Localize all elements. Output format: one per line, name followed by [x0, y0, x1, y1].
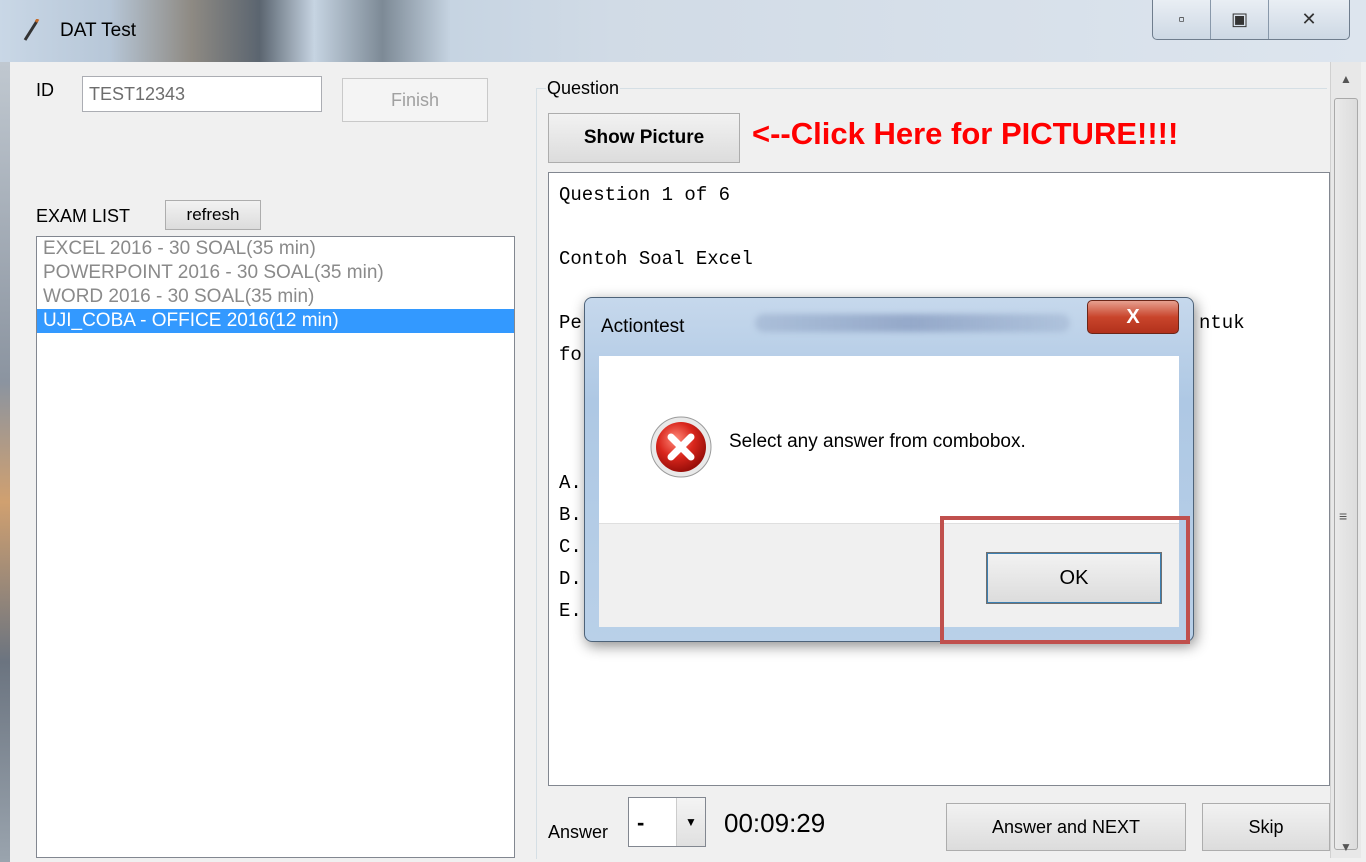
finish-button[interactable]: Finish [342, 78, 488, 122]
maximize-button[interactable]: ▣ [1211, 0, 1270, 39]
question-line [559, 211, 1319, 243]
list-item[interactable]: POWERPOINT 2016 - 30 SOAL(35 min) [37, 261, 514, 285]
question-line-end: ntuk [1199, 312, 1245, 334]
error-icon [650, 416, 712, 478]
show-picture-button[interactable]: Show Picture [548, 113, 740, 163]
blurred-title-text [755, 314, 1070, 332]
id-label: ID [36, 80, 54, 100]
question-line: Contoh Soal Excel [559, 248, 753, 270]
grip-icon: ≡ [1339, 508, 1348, 524]
exam-list[interactable]: EXCEL 2016 - 30 SOAL(35 min) POWERPOINT … [36, 236, 515, 858]
close-button[interactable]: ✕ [1269, 0, 1349, 39]
answer-label: Answer [548, 822, 609, 842]
question-group-label: Question [546, 78, 621, 99]
restore-icon: ▣ [1231, 9, 1249, 29]
answer-next-button[interactable]: Answer and NEXT [946, 803, 1186, 851]
list-item[interactable]: EXCEL 2016 - 30 SOAL(35 min) [37, 237, 514, 261]
ok-highlight-box [940, 516, 1190, 644]
exam-list-label: EXAM LIST [36, 206, 131, 226]
countdown-timer: 00:09:29 [724, 808, 826, 838]
list-item[interactable]: WORD 2016 - 30 SOAL(35 min) [37, 285, 514, 309]
close-icon: X [1126, 305, 1140, 328]
question-line: Question 1 of 6 [559, 184, 731, 206]
answer-value: - [637, 810, 645, 835]
title-bar: DAT Test ▫ ▣ ✕ [0, 0, 1366, 62]
picture-hint-text: <--Click Here for PICTURE!!!! [752, 116, 1179, 151]
window-title: DAT Test [60, 20, 137, 41]
dialog-title: Actiontest [601, 316, 685, 337]
question-line-start: Pe [559, 312, 582, 334]
dialog-message: Select any answer from combobox. [729, 431, 1026, 452]
close-icon: ✕ [1301, 9, 1317, 29]
dialog-close-button[interactable]: X [1087, 300, 1179, 334]
scroll-down-icon[interactable]: ▼ [1331, 832, 1361, 862]
refresh-button[interactable]: refresh [165, 200, 261, 230]
scrollbar-thumb[interactable] [1334, 98, 1358, 850]
minimize-icon: ▫ [1178, 9, 1185, 29]
window-scrollbar[interactable]: ▲ ≡ ▼ [1330, 62, 1361, 858]
pencil-icon [23, 19, 40, 41]
window-left-border [0, 62, 10, 862]
window-controls: ▫ ▣ ✕ [1152, 0, 1350, 40]
scroll-up-icon[interactable]: ▲ [1331, 64, 1361, 94]
skip-button[interactable]: Skip [1202, 803, 1330, 851]
chevron-down-icon[interactable]: ▼ [676, 798, 705, 846]
minimize-button[interactable]: ▫ [1153, 0, 1212, 39]
answer-combobox[interactable]: - ▼ [628, 797, 706, 847]
list-item-selected[interactable]: UJI_COBA - OFFICE 2016(12 min) [37, 309, 514, 333]
id-field[interactable] [82, 76, 322, 112]
